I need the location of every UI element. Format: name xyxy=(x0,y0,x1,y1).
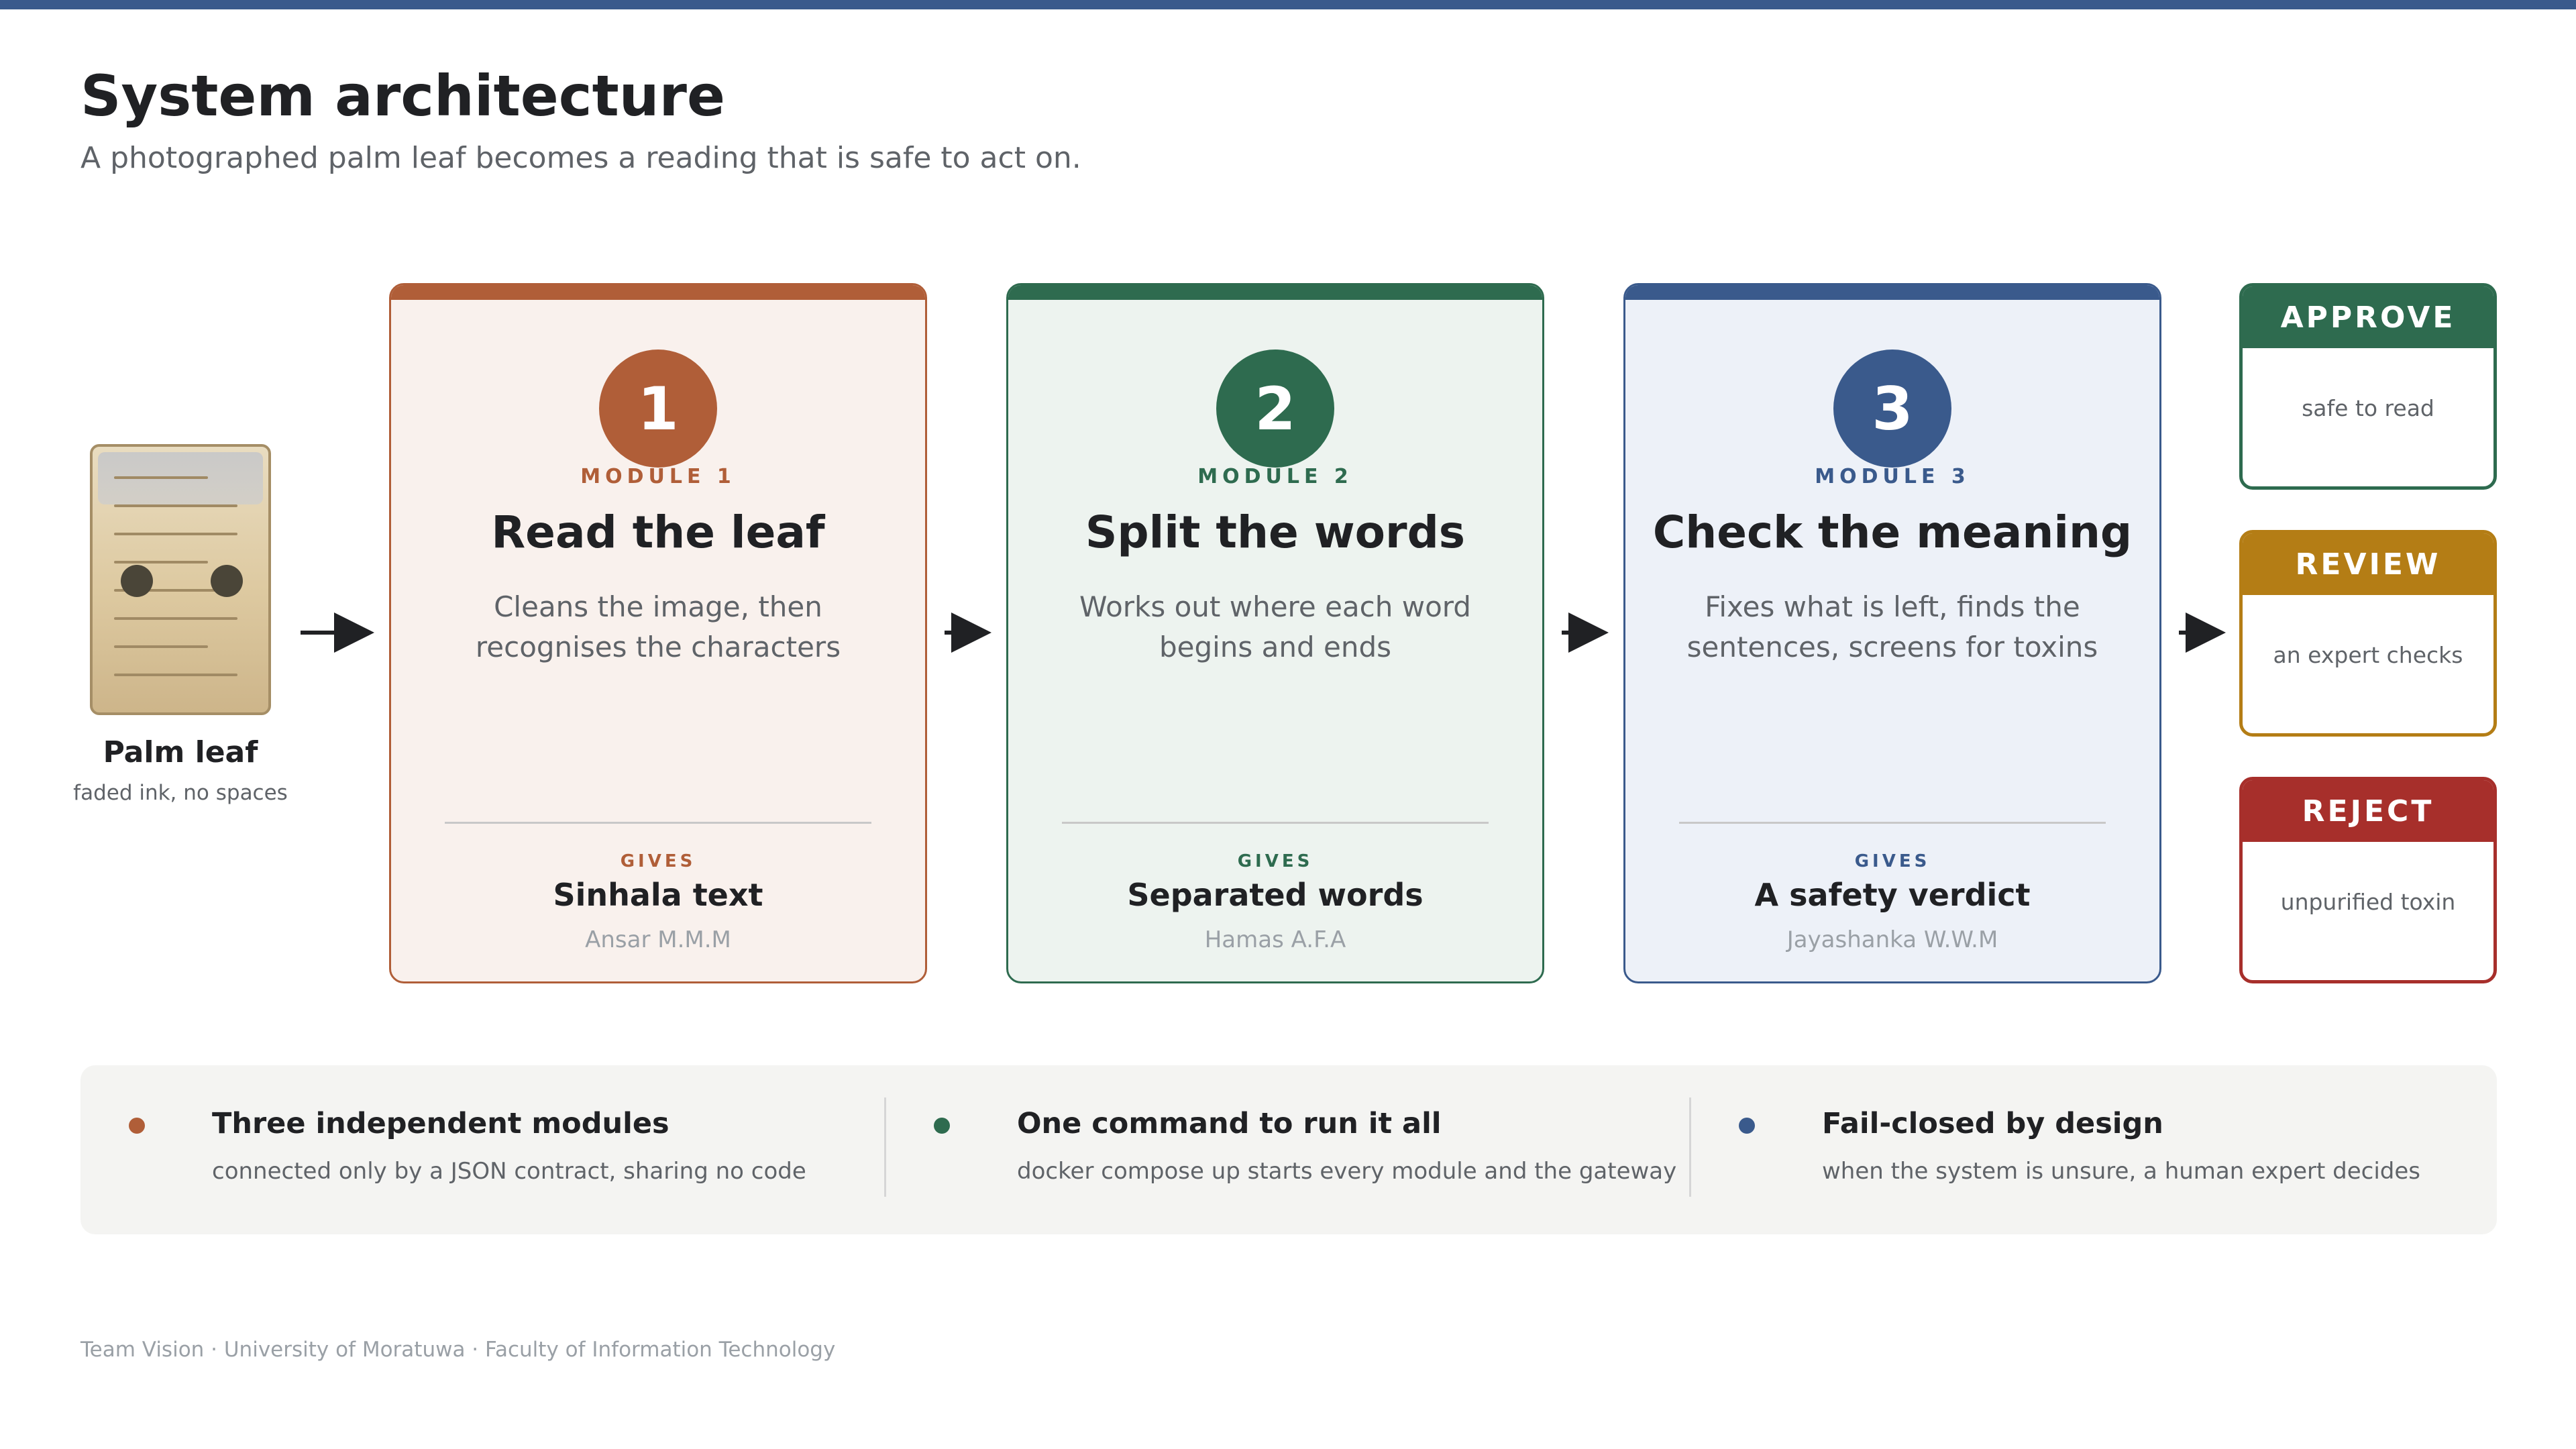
module-number-badge: 1 xyxy=(599,350,717,468)
module-label: MODULE 3 xyxy=(1815,465,1970,488)
module-author: Ansar M.M.M xyxy=(585,926,731,953)
gives-label: GIVES xyxy=(1237,851,1313,871)
note-separator xyxy=(884,1097,886,1197)
note-subtitle: docker compose up starts every module an… xyxy=(1017,1158,1677,1185)
bullet-dot-icon xyxy=(1739,1118,1755,1134)
leaf-binding-hole xyxy=(121,565,153,597)
card-accent-strip xyxy=(1625,285,2159,300)
bullet-dot-icon xyxy=(129,1118,145,1134)
module-name: Read the leaf xyxy=(491,506,825,558)
leaf-text-line xyxy=(114,561,208,564)
note-separator xyxy=(1689,1097,1691,1197)
gives-label: GIVES xyxy=(620,851,696,871)
module-name: Split the words xyxy=(1085,506,1466,558)
leaf-text-line xyxy=(114,504,237,507)
outcome-approve: APPROVE safe to read xyxy=(2239,283,2497,490)
card-divider xyxy=(1062,822,1489,824)
bullet-dot-icon xyxy=(934,1118,950,1134)
module-output: A safety verdict xyxy=(1754,877,2031,913)
leaf-text-line xyxy=(114,674,237,676)
page-subtitle: A photographed palm leaf becomes a readi… xyxy=(80,141,1081,175)
top-accent-bar xyxy=(0,0,2576,9)
module-author: Jayashanka W.W.M xyxy=(1786,926,1998,953)
input-subtitle: faded ink, no spaces xyxy=(73,781,288,805)
module-card-1: 1 MODULE 1 Read the leaf Cleans the imag… xyxy=(389,283,927,983)
module-card-3: 3 MODULE 3 Check the meaning Fixes what … xyxy=(1623,283,2161,983)
module-description: Cleans the image, then recognises the ch… xyxy=(475,590,841,663)
footer-credits: Team Vision · University of Moratuwa · F… xyxy=(80,1338,836,1362)
note-subtitle: when the system is unsure, a human exper… xyxy=(1822,1158,2421,1185)
page-title: System architecture xyxy=(80,63,725,129)
flow-arrow-icon xyxy=(301,612,374,653)
module-description: Fixes what is left, finds the sentences,… xyxy=(1686,590,2098,663)
module-author: Hamas A.F.A xyxy=(1204,926,1346,953)
leaf-binding-hole xyxy=(211,565,243,597)
outcome-label: REVIEW xyxy=(2243,533,2493,595)
note-title: One command to run it all xyxy=(1017,1107,1442,1140)
module-label: MODULE 2 xyxy=(1197,465,1353,488)
leaf-text-line xyxy=(114,645,208,648)
module-number-badge: 3 xyxy=(1833,350,1951,468)
module-description: Works out where each word begins and end… xyxy=(1079,590,1471,663)
leaf-text-line xyxy=(114,533,237,535)
outcome-reject: REJECT unpurified toxin xyxy=(2239,777,2497,983)
input-title: Palm leaf xyxy=(103,735,258,769)
outcome-label: APPROVE xyxy=(2243,286,2493,348)
module-label: MODULE 1 xyxy=(580,465,736,488)
leaf-text-line xyxy=(114,617,237,620)
module-number-badge: 2 xyxy=(1216,350,1334,468)
module-name: Check the meaning xyxy=(1652,506,2133,558)
card-accent-strip xyxy=(1008,285,1542,300)
outcome-label: REJECT xyxy=(2243,780,2493,842)
leaf-text-line xyxy=(114,476,208,479)
module-output: Sinhala text xyxy=(553,877,763,913)
outcome-description: unpurified toxin xyxy=(2280,889,2456,915)
note-subtitle: connected only by a JSON contract, shari… xyxy=(212,1158,806,1185)
module-card-2: 2 MODULE 2 Split the words Works out whe… xyxy=(1006,283,1544,983)
outcome-description: an expert checks xyxy=(2273,642,2463,668)
design-notes-panel: Three independent modules connected only… xyxy=(80,1065,2497,1234)
palm-leaf-manuscript-icon xyxy=(90,444,271,715)
note-title: Fail-closed by design xyxy=(1822,1107,2163,1140)
gives-label: GIVES xyxy=(1854,851,1931,871)
card-divider xyxy=(445,822,871,824)
card-accent-strip xyxy=(391,285,925,300)
module-output: Separated words xyxy=(1127,877,1424,913)
outcome-review: REVIEW an expert checks xyxy=(2239,530,2497,737)
outcome-description: safe to read xyxy=(2302,395,2434,421)
card-divider xyxy=(1679,822,2106,824)
note-title: Three independent modules xyxy=(212,1107,669,1140)
